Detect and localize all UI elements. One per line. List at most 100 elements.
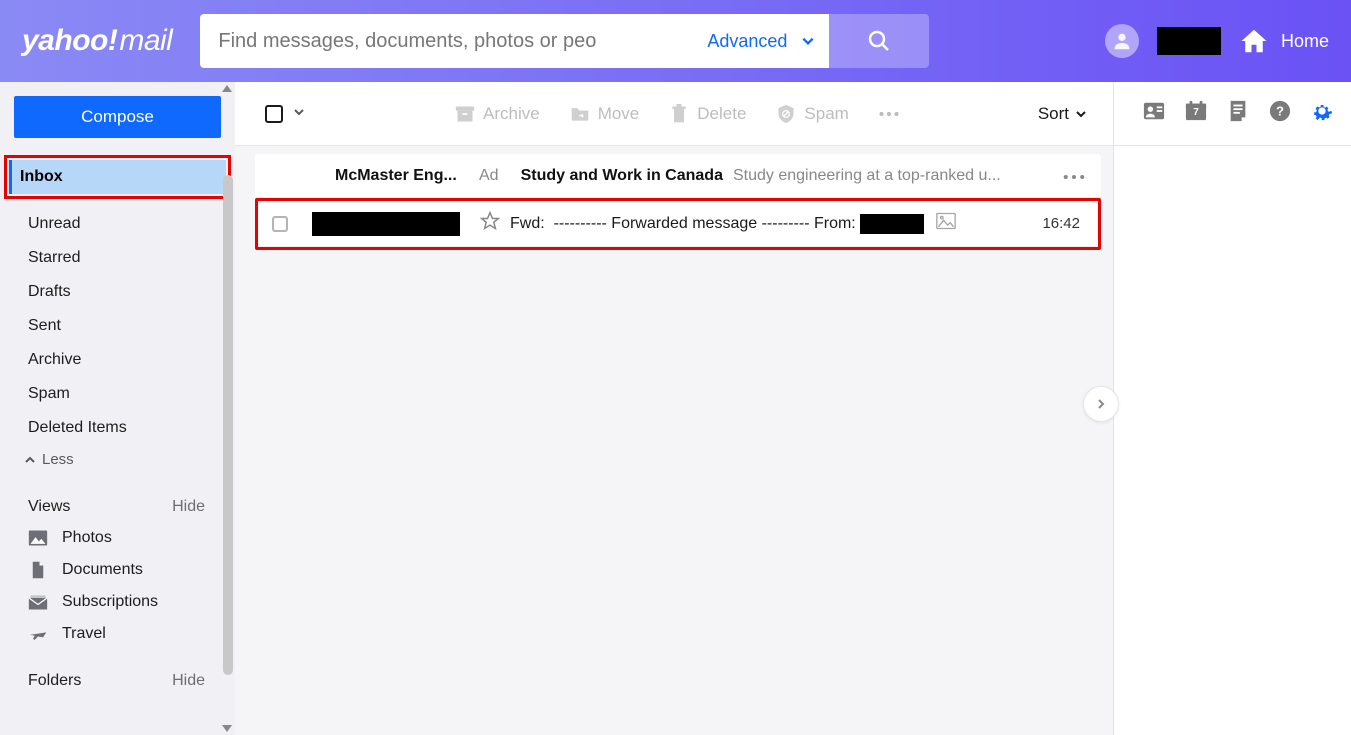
right-panel-toolbar: 7 ? <box>1114 82 1351 146</box>
search-icon <box>867 29 891 53</box>
sidebar-item-starred[interactable]: Starred <box>0 241 235 275</box>
view-subscriptions[interactable]: Subscriptions <box>0 586 235 618</box>
chevron-down-icon <box>293 106 305 118</box>
home-label: Home <box>1281 31 1329 52</box>
view-travel[interactable]: Travel <box>0 618 235 650</box>
svg-text:?: ? <box>1276 104 1284 119</box>
delete-label: Delete <box>697 104 746 124</box>
help-button[interactable]: ? <box>1269 100 1291 127</box>
message-checkbox[interactable] <box>272 216 288 232</box>
chevron-down-icon <box>801 34 815 48</box>
sidebar-item-deleted[interactable]: Deleted Items <box>0 411 235 445</box>
sidebar-item-drafts[interactable]: Drafts <box>0 275 235 309</box>
search-input[interactable] <box>200 14 707 68</box>
ad-row[interactable]: McMaster Eng... Ad Study and Work in Can… <box>255 154 1101 198</box>
chevron-up-icon <box>24 454 36 466</box>
message-subject: Fwd: ---------- Forwarded message ------… <box>510 214 928 234</box>
photos-icon <box>28 529 48 547</box>
more-icon <box>879 104 899 124</box>
scroll-down-icon[interactable] <box>222 725 232 732</box>
attachment-indicator <box>936 212 956 235</box>
sidebar-scrollbar[interactable] <box>219 82 235 735</box>
chevron-right-icon <box>1095 398 1107 410</box>
message-preview-before: ---------- Forwarded message --------- F… <box>554 215 856 232</box>
message-list: McMaster Eng... Ad Study and Work in Can… <box>235 146 1113 250</box>
ad-description: Study engineering at a top-ranked u... <box>733 167 1063 185</box>
home-icon <box>1239 26 1269 56</box>
notes-icon <box>1227 100 1249 122</box>
view-label: Subscriptions <box>62 593 158 611</box>
sidebar-item-archive[interactable]: Archive <box>0 343 235 377</box>
less-label: Less <box>42 451 74 468</box>
bulk-actions: Archive Move Delete Spam <box>455 104 899 124</box>
folders-section-header: Folders Hide <box>0 650 235 696</box>
scrollbar-thumb[interactable] <box>223 175 233 675</box>
star-icon <box>480 211 500 231</box>
message-toolbar: Archive Move Delete Spam <box>235 82 1113 146</box>
message-time: 16:42 <box>1042 215 1084 232</box>
view-label: Travel <box>62 625 106 643</box>
user-avatar[interactable] <box>1105 24 1139 58</box>
chevron-down-icon <box>1075 108 1087 120</box>
view-documents[interactable]: Documents <box>0 554 235 586</box>
message-highlight-annotation: Fwd: ---------- Forwarded message ------… <box>255 198 1101 250</box>
sidebar-item-inbox[interactable]: Inbox <box>9 160 226 194</box>
message-row[interactable]: Fwd: ---------- Forwarded message ------… <box>258 201 1098 247</box>
ad-options-button[interactable] <box>1063 167 1085 185</box>
gear-icon <box>1311 100 1333 122</box>
compose-button[interactable]: Compose <box>14 96 221 138</box>
help-icon: ? <box>1269 100 1291 122</box>
notes-button[interactable] <box>1227 100 1249 127</box>
views-section-header: Views Hide <box>0 476 235 522</box>
move-icon <box>570 104 590 124</box>
logo-main: yahoo! <box>22 24 117 57</box>
sidebar-item-spam[interactable]: Spam <box>0 377 235 411</box>
select-dropdown[interactable] <box>293 105 305 123</box>
delete-icon <box>669 104 689 124</box>
collapse-folders-button[interactable]: Less <box>0 445 235 476</box>
views-hide-button[interactable]: Hide <box>172 498 205 516</box>
settings-button[interactable] <box>1311 100 1333 127</box>
sort-label: Sort <box>1038 104 1069 124</box>
ad-title: Study and Work in Canada <box>521 167 723 185</box>
main-area: Archive Move Delete Spam <box>235 82 1113 735</box>
ad-advertiser: McMaster Eng... <box>335 167 465 185</box>
sidebar-item-sent[interactable]: Sent <box>0 309 235 343</box>
subscriptions-icon <box>28 593 48 611</box>
person-icon <box>1111 30 1133 52</box>
sidebar-item-unread[interactable]: Unread <box>0 207 235 241</box>
documents-icon <box>28 561 48 579</box>
move-button[interactable]: Move <box>570 104 640 124</box>
contacts-button[interactable] <box>1143 100 1165 127</box>
star-button[interactable] <box>480 211 500 236</box>
archive-icon <box>455 104 475 124</box>
yahoo-mail-logo[interactable]: yahoo!mail <box>22 24 172 58</box>
folders-hide-button[interactable]: Hide <box>172 672 205 690</box>
view-photos[interactable]: Photos <box>0 522 235 554</box>
folder-list: Unread Starred Drafts Sent Archive Spam … <box>0 199 235 476</box>
inbox-label: Inbox <box>20 168 63 186</box>
search-button[interactable] <box>829 14 929 68</box>
more-icon <box>1063 174 1085 180</box>
folders-title: Folders <box>28 672 81 690</box>
spam-button[interactable]: Spam <box>776 104 848 124</box>
advanced-search-button[interactable]: Advanced <box>707 14 829 68</box>
calendar-button[interactable]: 7 <box>1185 100 1207 127</box>
view-label: Photos <box>62 529 112 547</box>
logo-sub: mail <box>119 24 172 57</box>
next-page-button[interactable] <box>1083 386 1119 422</box>
home-link[interactable]: Home <box>1239 26 1329 56</box>
move-label: Move <box>598 104 640 124</box>
more-actions-button[interactable] <box>879 104 899 124</box>
sort-button[interactable]: Sort <box>1038 104 1087 124</box>
sender-redacted <box>312 212 460 236</box>
delete-button[interactable]: Delete <box>669 104 746 124</box>
scroll-up-icon[interactable] <box>222 85 232 92</box>
header-right: Home <box>1105 24 1329 58</box>
archive-label: Archive <box>483 104 540 124</box>
image-icon <box>936 212 956 230</box>
calendar-day: 7 <box>1185 107 1207 118</box>
select-all-checkbox[interactable] <box>265 105 283 123</box>
archive-button[interactable]: Archive <box>455 104 540 124</box>
advanced-label: Advanced <box>707 31 787 52</box>
